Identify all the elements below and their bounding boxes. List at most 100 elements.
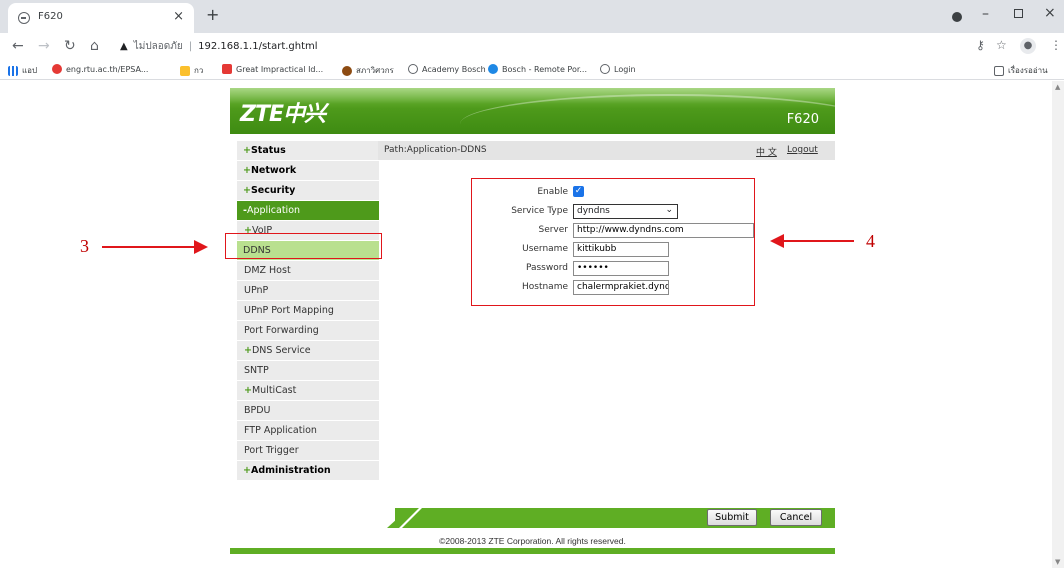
sidebar-item-port-trigger[interactable]: Port Trigger [237, 441, 379, 461]
expand-icon: + [244, 385, 252, 396]
address-bar[interactable]: ▲ ไม่ปลอดภัย | 192.168.1.1/start.ghtml [120, 37, 318, 56]
bookmark-label: Academy Bosch [422, 64, 486, 74]
sidebar-item-upnp-port-mapping[interactable]: UPnP Port Mapping [237, 301, 379, 321]
server-input[interactable]: http://www.dyndns.com [573, 223, 754, 238]
sidebar-item-bpdu[interactable]: BPDU [237, 401, 379, 421]
reading-list[interactable]: เรื่องรออ่าน [994, 64, 1048, 77]
submit-button[interactable]: Submit [707, 509, 757, 526]
bookmark-item[interactable]: Login [600, 64, 636, 74]
avatar[interactable]: ● [1020, 38, 1036, 54]
bookmark-item[interactable]: Bosch - Remote Por... [488, 64, 587, 74]
key-icon[interactable]: ⚷ [976, 38, 985, 52]
annotation-arrow-left [102, 246, 196, 248]
bookmark-item[interactable]: eng.rtu.ac.th/EPSA... [52, 64, 148, 74]
new-tab-button[interactable]: + [206, 5, 219, 24]
menu-dots-icon[interactable]: ⋮ [1050, 38, 1062, 52]
service-type-select[interactable]: dyndns ⌄ [573, 204, 678, 219]
language-link[interactable]: 中 文 [756, 145, 777, 158]
sidebar-item-network[interactable]: +Network [237, 161, 379, 181]
home-icon[interactable]: ⌂ [90, 38, 99, 54]
bookmarks-bar: แอป eng.rtu.ac.th/EPSA... กว Great Impra… [0, 60, 1064, 80]
enable-checkbox[interactable]: ✓ [573, 186, 584, 197]
bookmark-label: Great Impractical Id... [236, 64, 324, 74]
reading-list-icon [994, 65, 1004, 76]
globe-icon [18, 12, 30, 24]
sidebar-item-multicast[interactable]: +MultiCast [237, 381, 379, 401]
expand-icon: + [243, 145, 251, 156]
ddns-highlight-box [225, 233, 382, 259]
sidebar-item-label: UPnP [244, 285, 269, 296]
sidebar-item-dns-service[interactable]: +DNS Service [237, 341, 379, 361]
content-header: Path:Application-DDNS 中 文 Logout [378, 141, 835, 160]
breadcrumb: Path:Application-DDNS [384, 145, 487, 155]
tab-strip: F620 × + – × [0, 0, 1064, 33]
sidebar-item-label: DNS Service [251, 345, 311, 356]
sidebar-item-security[interactable]: +Security [237, 181, 379, 201]
reload-icon[interactable]: ↻ [64, 38, 76, 54]
star-icon[interactable]: ☆ [996, 38, 1007, 52]
sidebar-item-label: Application [246, 205, 301, 216]
browser-toolbar: ← → ↻ ⌂ ▲ ไม่ปลอดภัย | 192.168.1.1/start… [0, 33, 1064, 60]
bottom-line [230, 548, 835, 554]
bookmark-apps[interactable]: แอป [8, 64, 37, 77]
sidebar-item-label: Port Forwarding [244, 325, 319, 336]
bookmark-label: Bosch - Remote Por... [502, 64, 588, 74]
apps-grid-icon [8, 65, 18, 76]
sidebar-item-sntp[interactable]: SNTP [237, 361, 379, 381]
sidebar-item-label: BPDU [244, 405, 271, 416]
sidebar-item-port-forwarding[interactable]: Port Forwarding [237, 321, 379, 341]
username-row: Username kittikubb [472, 242, 752, 258]
hostname-row: Hostname chalermprakiet.dynd [472, 280, 752, 296]
close-tab-icon[interactable]: × [173, 9, 184, 24]
reading-list-label: เรื่องรออ่าน [1008, 66, 1048, 75]
bookmark-item[interactable]: Academy Bosch [408, 64, 486, 74]
url-text[interactable]: 192.168.1.1/start.ghtml [198, 41, 317, 52]
service-type-label: Service Type [511, 206, 568, 216]
bookmark-item[interactable]: Great Impractical Id... [222, 64, 323, 74]
sidebar-item-application[interactable]: -Application [237, 201, 379, 221]
sidebar-item-label: Security [250, 185, 296, 196]
sidebar-item-label: FTP Application [244, 425, 317, 436]
copyright-text: ©2008-2013 ZTE Corporation. All rights r… [439, 536, 626, 546]
megaphone-icon [52, 64, 62, 74]
bookmark-item[interactable]: สภาวิศวกร [342, 64, 394, 77]
password-row: Password •••••• [472, 261, 752, 277]
profile-icon[interactable] [952, 12, 962, 22]
model-name: F620 [786, 112, 819, 127]
sidebar-item-ftp-application[interactable]: FTP Application [237, 421, 379, 441]
scroll-down-icon[interactable]: ▼ [1055, 558, 1060, 566]
logout-link[interactable]: Logout [787, 145, 818, 155]
folder-icon [180, 65, 190, 76]
forward-icon[interactable]: → [38, 38, 50, 54]
service-type-value: dyndns [577, 206, 610, 216]
scroll-up-icon[interactable]: ▲ [1055, 83, 1060, 91]
footer-slant [387, 508, 409, 528]
sidebar-item-label: Status [250, 145, 286, 156]
username-input[interactable]: kittikubb [573, 242, 669, 257]
enable-row: Enable ✓ [472, 185, 752, 201]
hostname-input[interactable]: chalermprakiet.dynd [573, 280, 669, 295]
bosch-icon [408, 64, 418, 74]
sidebar-item-status[interactable]: +Status [237, 141, 379, 161]
maximize-button[interactable] [1014, 9, 1023, 18]
sidebar-item-label: Network [250, 165, 297, 176]
sidebar-item-administration[interactable]: +Administration [237, 461, 379, 481]
vertical-scrollbar[interactable]: ▲ ▼ [1052, 81, 1064, 568]
cancel-button[interactable]: Cancel [770, 509, 822, 526]
globe-icon [600, 64, 610, 74]
close-window-button[interactable]: × [1044, 5, 1056, 21]
back-icon[interactable]: ← [12, 38, 24, 54]
minimize-button[interactable]: – [982, 6, 989, 22]
seal-icon [342, 65, 352, 76]
expand-icon: + [243, 185, 251, 196]
username-label: Username [522, 244, 568, 254]
sidebar-item-dmz-host[interactable]: DMZ Host [237, 261, 379, 281]
annotation-number-4: 4 [866, 231, 875, 251]
annotation-arrow-right [782, 240, 854, 242]
browser-tab[interactable]: F620 × [8, 3, 194, 33]
enable-label: Enable [537, 187, 568, 197]
password-input[interactable]: •••••• [573, 261, 669, 276]
bookmark-item[interactable]: กว [180, 64, 203, 77]
sidebar-item-upnp[interactable]: UPnP [237, 281, 379, 301]
annotation-number-3: 3 [80, 236, 89, 256]
